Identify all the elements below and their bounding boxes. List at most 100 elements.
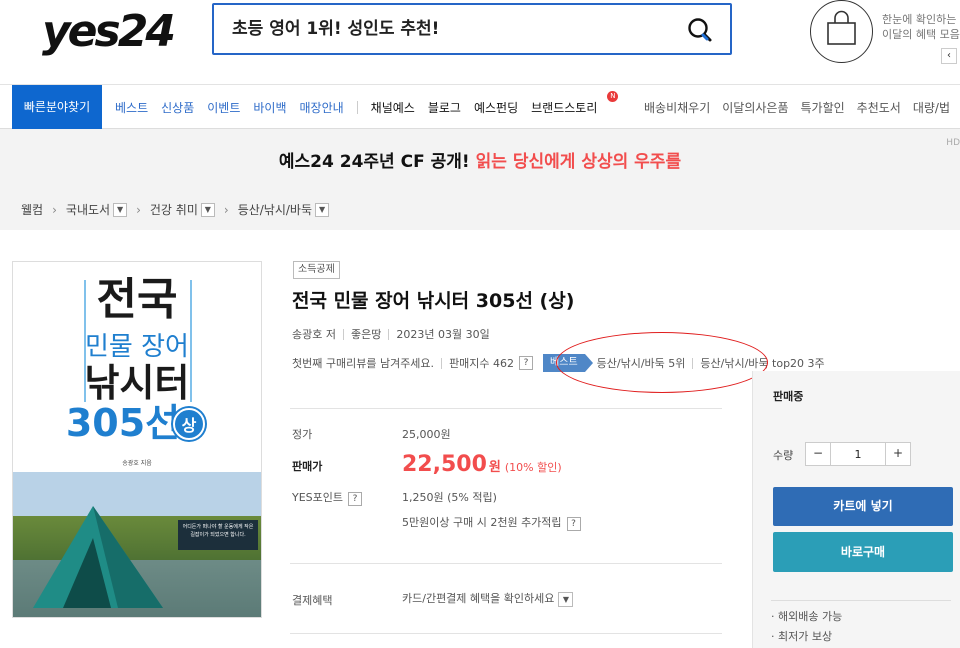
nav-brand-story[interactable]: 브랜드스토리 N — [531, 90, 619, 116]
sale-price: 22,500 원 (10% 할인) — [402, 452, 562, 477]
sale-price-label: 판매가 — [292, 460, 323, 473]
global-nav: 빠른분야찾기 베스트 신상품 이벤트 바이백 매장안내 채널예스 블로그 예스펀… — [0, 85, 960, 129]
crumb-fishing[interactable]: 등산/낚시/바둑 — [238, 201, 312, 218]
nav-brand-story-label: 브랜드스토리 — [531, 100, 598, 115]
extra-point: 5만원이상 구매 시 2천원 추가적립? — [402, 514, 581, 531]
meta-divider — [388, 328, 390, 340]
extra-point-text: 5만원이상 구매 시 2천원 추가적립 — [402, 516, 562, 529]
review-prompt-link[interactable]: 첫번째 구매리뷰를 남겨주세요. — [292, 355, 434, 371]
search-input[interactable] — [232, 17, 672, 41]
payment-benefit[interactable]: 카드/간편결제 혜택을 확인하세요 ▼ — [402, 590, 574, 607]
benefit-line-1: 한눈에 확인하는 — [882, 13, 957, 26]
search-icon[interactable] — [686, 16, 714, 44]
discount-rate: (10% 할인) — [504, 461, 562, 474]
nav-bulk[interactable]: 대량/법 — [913, 99, 950, 116]
author-link[interactable]: 송광호 저 — [292, 326, 336, 342]
yes24-logo[interactable]: yes24 — [42, 6, 176, 57]
cover-title-2: 민물 장어 — [85, 332, 189, 362]
quantity-stepper[interactable]: − + — [805, 442, 911, 466]
sale-price-unit: 원 — [488, 460, 501, 475]
nav-funding[interactable]: 예스펀딩 — [474, 99, 518, 116]
payment-benefit-text: 카드/간편결제 혜택을 확인하세요 — [402, 592, 555, 605]
chevron-right-icon: › — [52, 202, 57, 217]
tax-deduction-tag: 소득공제 — [293, 261, 340, 279]
quick-category-button[interactable]: 빠른분야찾기 — [12, 85, 102, 129]
cover-author: 송광호 지음 — [122, 460, 152, 467]
publisher-link[interactable]: 좋은땅 — [351, 326, 381, 342]
meta-divider — [441, 357, 443, 369]
promo-banner[interactable]: 예스24 24주년 CF 공개! 읽는 당신에게 상상의 우주를 HD — [0, 129, 960, 189]
nav-monthly-gift[interactable]: 이달의사은품 — [722, 99, 788, 116]
search-box[interactable] — [212, 3, 732, 55]
product-title: 전국 민물 장어 낚시터 305선 (상) — [292, 290, 575, 312]
chevron-right-icon: › — [136, 202, 141, 217]
purchase-box: 판매중 수량 − + 카트에 넣기 바로구매 · 해외배송 가능 · 최저가 보… — [752, 371, 960, 648]
banner-highlight: 읽는 당신에게 상상의 우주를 — [475, 151, 682, 172]
chevron-down-icon[interactable]: ▼ — [113, 202, 128, 217]
nav-channel-yes[interactable]: 채널예스 — [371, 99, 415, 116]
benefit-text[interactable]: 한눈에 확인하는 이달의 혜택 모음 — [882, 12, 960, 42]
nav-recommended[interactable]: 추천도서 — [857, 99, 901, 116]
nav-left: 베스트 신상품 이벤트 바이백 매장안내 채널예스 블로그 예스펀딩 브랜드스토… — [115, 85, 623, 129]
banner-scroll-button[interactable]: ‹ — [941, 48, 957, 64]
highlight-oval-annotation — [556, 332, 768, 393]
nav-buyback[interactable]: 바이백 — [253, 99, 286, 116]
help-icon[interactable]: ? — [348, 492, 363, 506]
quantity-input[interactable] — [830, 443, 886, 465]
price-section-top-divider — [290, 408, 722, 409]
breadcrumb: 웰컴 › 국내도서 ▼ › 건강 취미 ▼ › 등산/낚시/바둑 ▼ — [0, 189, 960, 230]
cover-title-4: 305선 — [65, 401, 181, 445]
chevron-down-icon[interactable]: ▼ — [200, 202, 215, 217]
yes-point-label-text: YES포인트 — [292, 491, 344, 504]
site-header: yes24 한눈에 확인하는 이달의 혜택 모음 ‹ — [0, 0, 960, 85]
nav-shipping-fill[interactable]: 배송비채우기 — [644, 99, 710, 116]
chevron-down-icon[interactable]: ▼ — [315, 202, 330, 217]
cover-volume-badge: 상 — [173, 408, 205, 440]
purchase-box-divider — [771, 600, 951, 601]
plus-button[interactable]: + — [886, 443, 910, 465]
meta-divider — [342, 328, 344, 340]
cover-ribbon-text: 어디든가 떠나야 할 운동에게 작은 길잡이가 되었으면 합니다. — [178, 520, 258, 550]
nav-blog[interactable]: 블로그 — [428, 99, 461, 116]
crumb-domestic[interactable]: 국내도서 — [66, 201, 110, 218]
nav-divider — [356, 100, 358, 114]
banner-corner-label: HD — [946, 138, 960, 148]
chevron-right-icon: › — [223, 202, 229, 217]
list-price: 25,000원 — [402, 428, 451, 441]
quantity-label: 수량 — [773, 449, 794, 462]
nav-event[interactable]: 이벤트 — [207, 99, 240, 116]
cover-title-3: 낚시터 — [84, 361, 190, 405]
nav-new[interactable]: 신상품 — [161, 99, 194, 116]
new-badge: N — [607, 90, 619, 102]
price-section-bottom-divider — [290, 633, 722, 634]
sale-price-amount: 22,500 — [402, 452, 487, 477]
sale-status: 판매중 — [773, 390, 804, 403]
cover-title-1: 전국 — [96, 274, 178, 325]
nav-special-sale[interactable]: 특가할인 — [801, 99, 845, 116]
banner-text: 예스24 24주년 CF 공개! — [278, 151, 470, 172]
shopping-bag-icon — [827, 10, 856, 45]
price-section-divider — [290, 563, 722, 564]
yes-point-value: 1,250원 (5% 적립) — [402, 491, 497, 504]
crumb-home[interactable]: 웰컴 — [21, 201, 43, 218]
payment-benefit-label: 결제혜택 — [292, 594, 333, 607]
yes-point-label: YES포인트? — [292, 489, 363, 506]
list-price-label: 정가 — [292, 428, 313, 441]
minus-button[interactable]: − — [806, 443, 830, 465]
lowest-price-note: · 최저가 보상 — [771, 630, 833, 643]
overseas-shipping-note: · 해외배송 가능 — [771, 610, 843, 623]
help-icon[interactable]: ? — [519, 356, 534, 370]
publish-date: 2023년 03월 30일 — [396, 328, 490, 341]
nav-best[interactable]: 베스트 — [115, 99, 148, 116]
crumb-hobby[interactable]: 건강 취미 — [150, 201, 198, 218]
benefit-line-2: 이달의 혜택 모음 — [882, 28, 960, 41]
buy-now-button[interactable]: 바로구매 — [773, 532, 953, 572]
product-meta: 송광호 저 좋은땅 2023년 03월 30일 — [292, 326, 490, 342]
book-cover[interactable]: 전국 민물 장어 낚시터 305선 상 송광호 지음 어디든가 떠나야 할 운동… — [12, 261, 262, 618]
chevron-down-icon[interactable]: ▼ — [558, 591, 574, 607]
help-icon[interactable]: ? — [566, 517, 581, 531]
benefit-bag-button[interactable] — [810, 0, 873, 63]
nav-right: 배송비채우기 이달의사은품 특가할인 추천도서 대량/법 — [644, 85, 960, 129]
add-to-cart-button[interactable]: 카트에 넣기 — [773, 487, 953, 526]
nav-store[interactable]: 매장안내 — [300, 99, 344, 116]
